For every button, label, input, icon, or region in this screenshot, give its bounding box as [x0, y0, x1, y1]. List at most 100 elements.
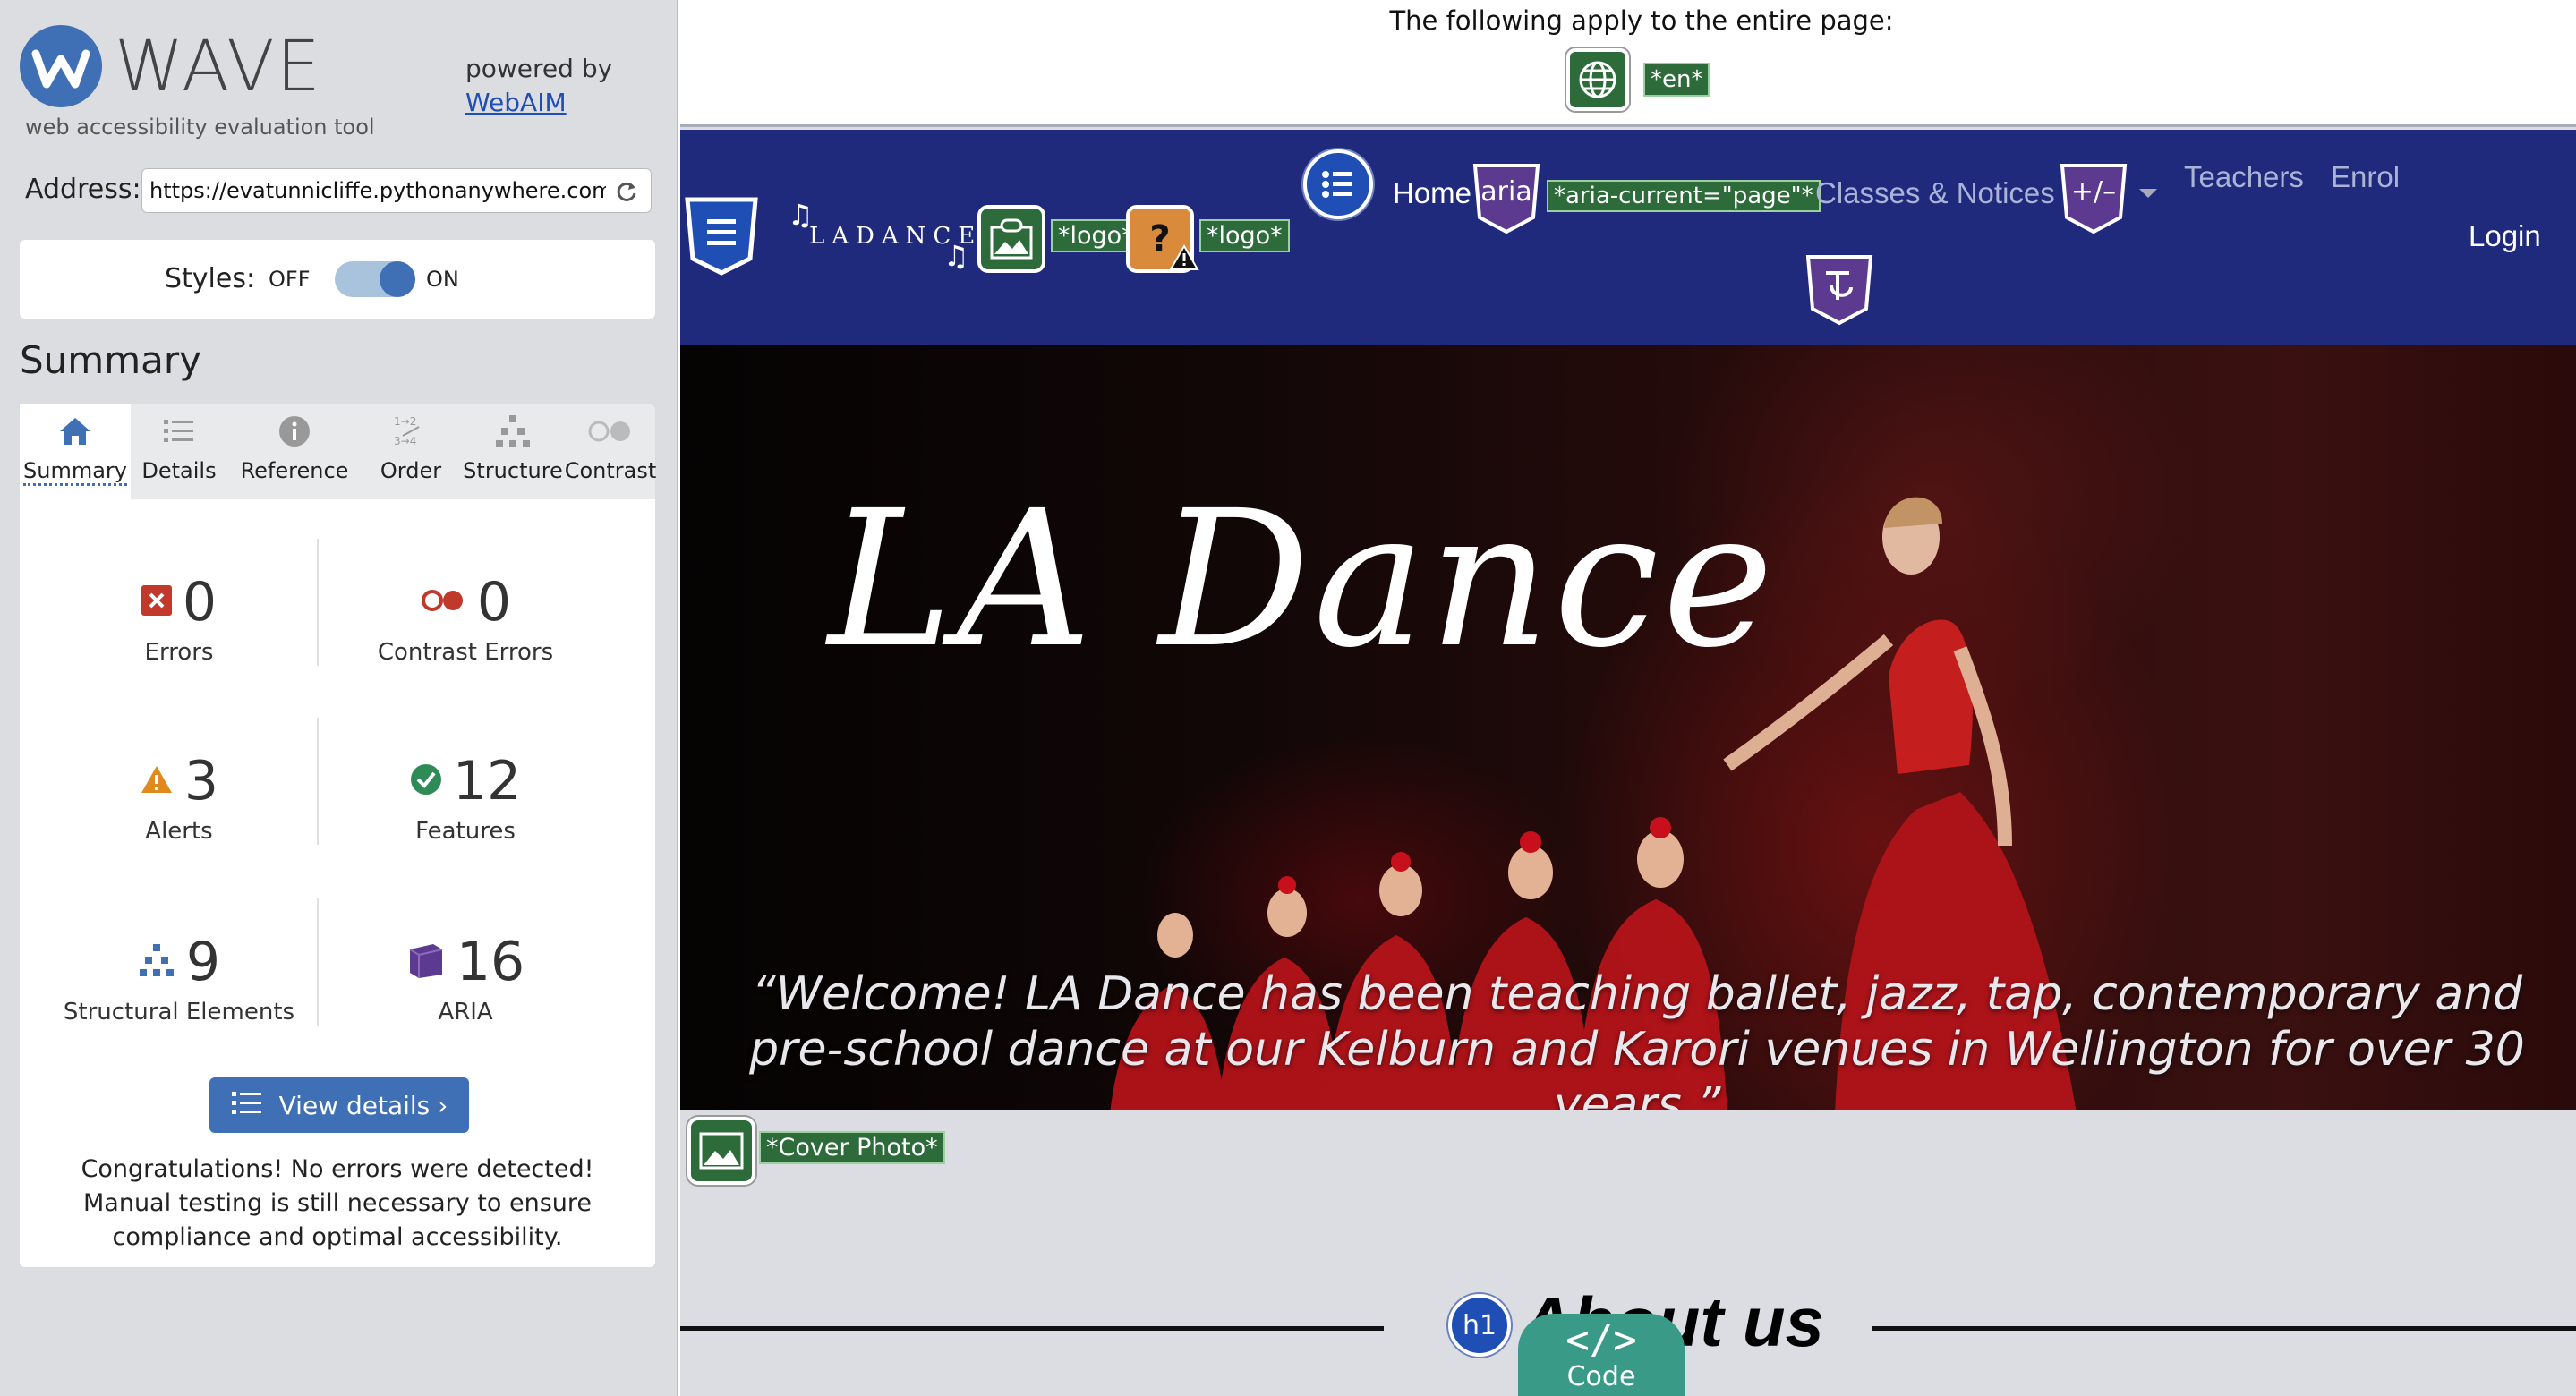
aria-expanded-label: +/– [2070, 176, 2117, 208]
nav-link-teachers[interactable]: Teachers [2184, 160, 2304, 194]
wave-title: WAVE [115, 27, 322, 107]
styles-toggle-box: Styles: OFF ON [20, 240, 655, 319]
hero-quote: “Welcome! LA Dance has been teaching bal… [698, 966, 2576, 1110]
nav-link-login[interactable]: Login [2469, 219, 2541, 253]
tab-order[interactable]: 1→2 3→4 Order [362, 404, 460, 499]
styles-toggle[interactable] [335, 261, 415, 297]
code-icon: </> [1565, 1317, 1637, 1363]
alerts-count: 3 [183, 750, 219, 813]
hero-quote-line-2: pre-school dance at our Kelburn and Karo… [749, 1023, 2525, 1110]
stat-aria[interactable]: 16 ARIA [331, 931, 600, 1026]
tab-label: Structure [463, 458, 563, 483]
aria-icon-label: aria [1480, 176, 1532, 208]
nav-link-home[interactable]: Home [1393, 176, 1471, 210]
svg-text:3→4: 3→4 [394, 435, 416, 447]
home-icon [58, 404, 92, 458]
features-count: 12 [452, 750, 522, 813]
stat-errors[interactable]: 0 Errors [45, 571, 313, 666]
logo-alt-tag: *logo* [1199, 219, 1290, 252]
aria-expanded-icon[interactable]: +/– [2059, 162, 2128, 234]
stat-contrast-errors[interactable]: 0 Contrast Errors [331, 571, 600, 666]
address-label: Address: [25, 174, 141, 205]
list-icon [162, 404, 196, 458]
styles-on-label: ON [426, 267, 459, 292]
errors-count: 0 [182, 571, 218, 634]
wave-logo-icon [20, 25, 102, 107]
alerts-label: Alerts [145, 818, 213, 845]
order-icon: 1→2 3→4 [392, 404, 430, 458]
structure-icon [138, 942, 175, 982]
wave-tagline: web accessibility evaluation tool [25, 115, 375, 140]
address-input[interactable] [141, 168, 652, 213]
tab-label: Reference [240, 458, 349, 483]
tab-details[interactable]: Details [131, 404, 227, 499]
nav-link-classes[interactable]: Classes & Notices [1815, 176, 2055, 210]
reload-icon[interactable] [610, 175, 643, 208]
aria-cube-icon [406, 941, 446, 983]
contrast-error-icon [420, 587, 466, 617]
stat-features[interactable]: 12 Features [331, 750, 600, 845]
webaim-link[interactable]: WebAIM [465, 88, 567, 117]
list-icon[interactable] [1303, 149, 1373, 219]
divider [317, 898, 319, 1026]
heading-rule-left [680, 1326, 1384, 1331]
aria-tabindex-icon[interactable] [1804, 253, 1873, 326]
svg-text:1→2: 1→2 [394, 415, 416, 428]
notice-text: The following apply to the entire page: [1389, 5, 1894, 36]
hero-quote-line-1: “Welcome! LA Dance has been teaching bal… [751, 967, 2523, 1021]
styles-off-label: OFF [269, 267, 311, 292]
cover-photo-alt-tag: *Cover Photo* [759, 1131, 945, 1164]
evaluated-page: The following apply to the entire page: … [680, 0, 2576, 1396]
tab-label: Summary [23, 458, 127, 486]
linked-image-icon[interactable] [977, 205, 1045, 273]
list-icon [231, 1089, 263, 1122]
heading-rule-right [1872, 1326, 2576, 1331]
contrast-icon [586, 404, 635, 458]
tab-summary[interactable]: Summary [20, 404, 131, 499]
congrats-message: Congratulations! No errors were detected… [81, 1155, 594, 1251]
globe-icon[interactable] [1566, 48, 1629, 111]
aria-icon[interactable]: aria [1471, 162, 1540, 234]
warning-icon [1169, 243, 1199, 275]
code-label: Code [1566, 1361, 1636, 1392]
hero-banner: LA Dance “Welcome! LA Dance has been tea… [680, 345, 2576, 1110]
view-details-button[interactable]: View details › [209, 1077, 469, 1133]
code-toggle-button[interactable]: </> Code [1518, 1314, 1685, 1396]
tab-label: Details [141, 458, 217, 483]
wave-tabs: Summary Details Reference 1→2 3→4 Order S… [20, 404, 657, 499]
page-wide-notice: The following apply to the entire page: … [680, 0, 2576, 127]
info-icon [277, 404, 311, 458]
tab-contrast[interactable]: Contrast [564, 404, 657, 499]
tab-structure[interactable]: Structure [460, 404, 566, 499]
toggle-knob [380, 261, 415, 297]
h1-icon[interactable]: h1 [1448, 1294, 1511, 1357]
tab-label: Contrast [564, 458, 657, 483]
site-navbar: ♫ LADANCE ♫ *logo* ? *logo* Home aria *a… [680, 130, 2576, 345]
navigation-icon[interactable] [682, 194, 761, 280]
error-icon [141, 585, 172, 619]
view-details-label: View details › [278, 1090, 448, 1120]
alert-icon [140, 764, 174, 798]
divider [317, 539, 319, 666]
hero-title: LA Dance [828, 470, 1778, 689]
nav-link-enrol[interactable]: Enrol [2331, 160, 2400, 194]
aria-count: 16 [456, 931, 525, 993]
structural-label: Structural Elements [63, 999, 295, 1026]
contrast-errors-count: 0 [476, 571, 512, 634]
divider [317, 718, 319, 845]
features-label: Features [415, 818, 516, 845]
music-note-icon: ♫ [943, 239, 969, 273]
tab-reference[interactable]: Reference [227, 404, 362, 499]
styles-label: Styles: [165, 263, 256, 294]
image-icon[interactable] [687, 1117, 755, 1185]
stat-structural[interactable]: 9 Structural Elements [45, 931, 313, 1026]
language-tag: *en* [1643, 63, 1710, 97]
aria-label: ARIA [438, 999, 493, 1026]
structural-count: 9 [185, 931, 221, 993]
feature-check-icon [410, 763, 442, 799]
structure-icon [494, 404, 532, 458]
wave-sidebar: WAVE web accessibility evaluation tool p… [0, 0, 678, 1396]
tab-label: Order [380, 458, 442, 483]
chevron-down-icon[interactable] [2139, 189, 2157, 198]
stat-alerts[interactable]: 3 Alerts [45, 750, 313, 845]
